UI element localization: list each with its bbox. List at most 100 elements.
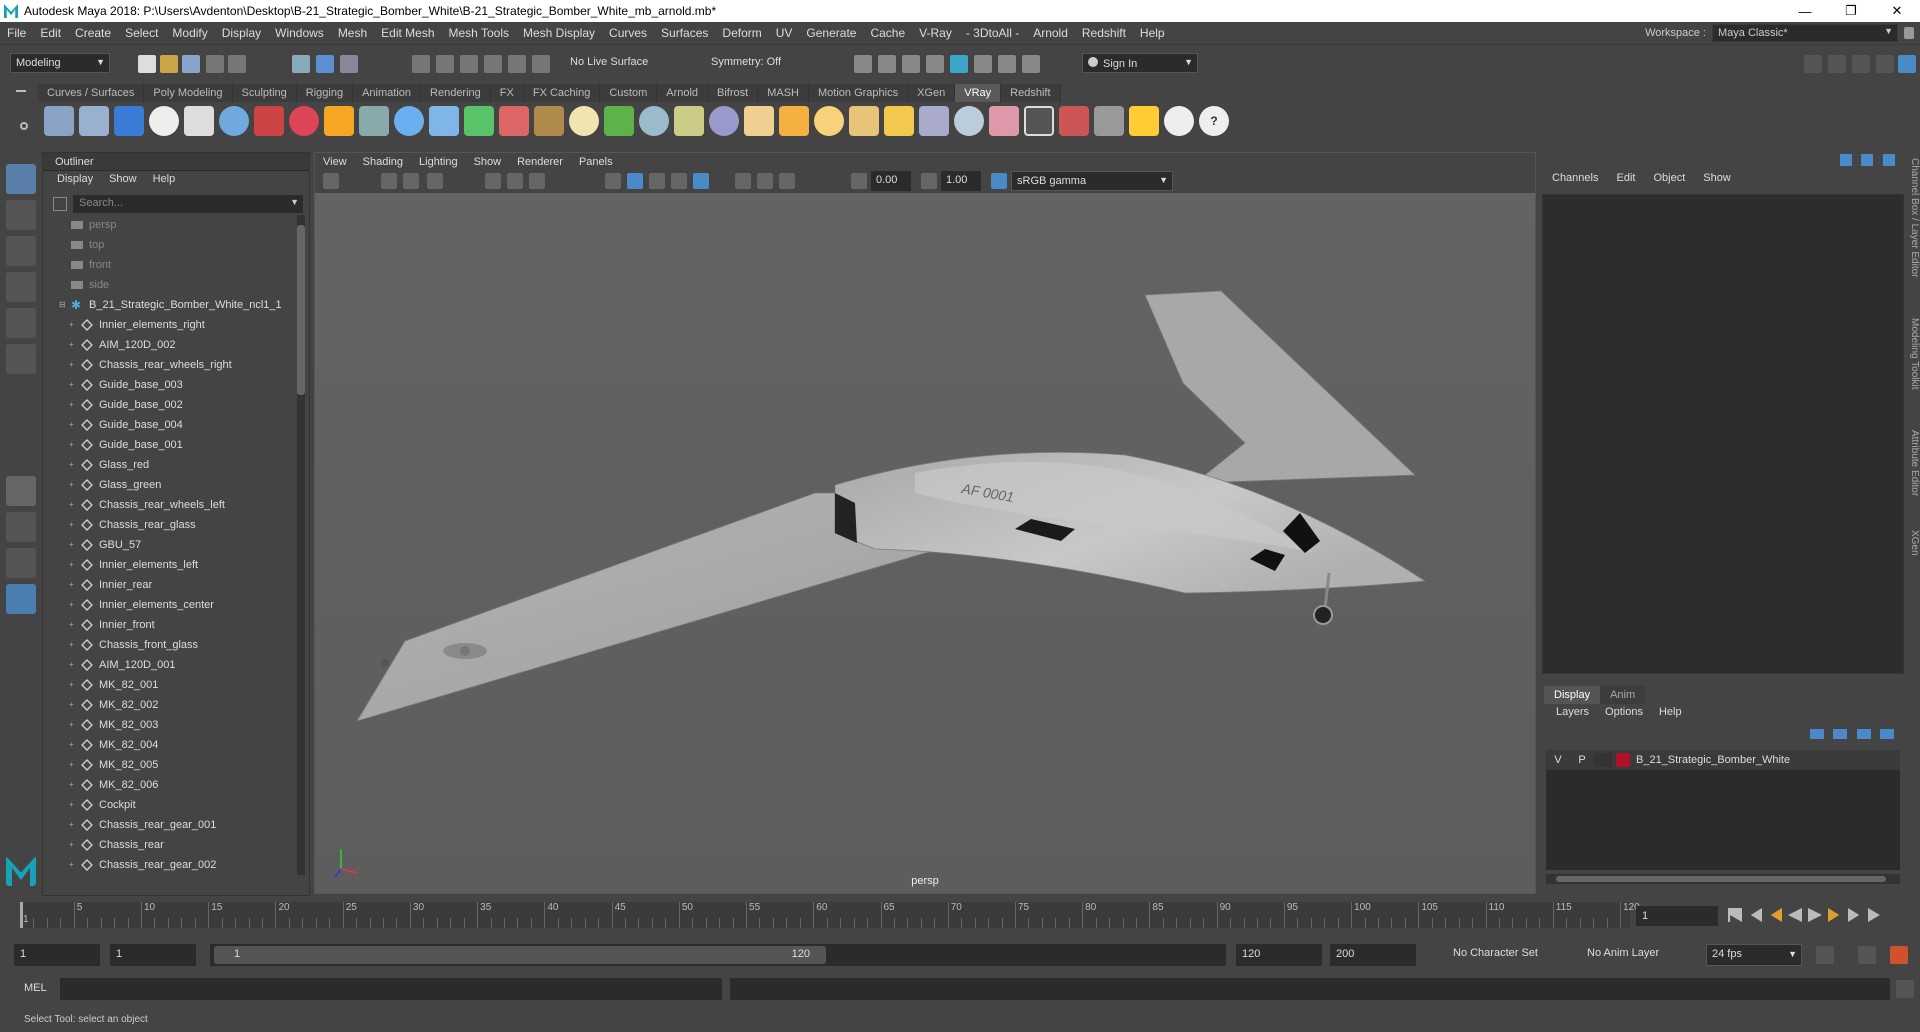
new-empty-layer-icon[interactable] bbox=[1856, 729, 1871, 739]
vray-water-icon[interactable] bbox=[429, 106, 459, 136]
channel-box-toggle-icon[interactable] bbox=[1840, 154, 1852, 166]
vray-curve-icon[interactable] bbox=[674, 106, 704, 136]
open-scene-icon[interactable] bbox=[160, 55, 178, 73]
shelf-tab-poly-modeling[interactable]: Poly Modeling bbox=[144, 84, 233, 102]
vray-spot-light-icon[interactable] bbox=[779, 106, 809, 136]
exposure-field[interactable]: 0.00 bbox=[871, 171, 911, 191]
channel-menu-object[interactable]: Object bbox=[1653, 172, 1685, 192]
ipr-render-icon[interactable] bbox=[902, 55, 920, 73]
character-set-dropdown[interactable]: No Character Set bbox=[1448, 944, 1570, 966]
expand-icon[interactable]: + bbox=[69, 855, 77, 875]
outliner-item[interactable]: + MK_82_003 bbox=[45, 715, 293, 735]
outliner-item[interactable]: + GBU_57 bbox=[45, 535, 293, 555]
menu-file[interactable]: File bbox=[0, 26, 33, 40]
step-back-frame-icon[interactable] bbox=[1770, 908, 1782, 922]
expand-icon[interactable]: + bbox=[69, 435, 77, 455]
expand-icon[interactable]: + bbox=[69, 515, 77, 535]
vray-settings-icon[interactable] bbox=[184, 106, 214, 136]
menu-modify[interactable]: Modify bbox=[165, 26, 214, 40]
outliner-item[interactable]: + Guide_base_004 bbox=[45, 415, 293, 435]
script-editor-icon[interactable] bbox=[1896, 980, 1914, 998]
expand-icon[interactable]: + bbox=[69, 475, 77, 495]
expand-icon[interactable]: + bbox=[69, 835, 77, 855]
shelf-settings-icon[interactable] bbox=[20, 122, 28, 130]
outliner-menu-display[interactable]: Display bbox=[57, 173, 93, 189]
hypershade-icon[interactable] bbox=[950, 55, 968, 73]
vray-help-icon[interactable]: ? bbox=[1199, 106, 1229, 136]
color-management-icon[interactable] bbox=[991, 173, 1007, 189]
render-view-icon[interactable] bbox=[878, 55, 896, 73]
character-controls-icon[interactable] bbox=[1828, 55, 1846, 73]
command-language-label[interactable]: MEL bbox=[24, 982, 47, 994]
new-scene-icon[interactable] bbox=[138, 55, 156, 73]
layer-tab-anim[interactable]: Anim bbox=[1600, 686, 1646, 704]
viewport-menu-panels[interactable]: Panels bbox=[571, 156, 621, 168]
expand-icon[interactable]: + bbox=[69, 735, 77, 755]
vray-texture-icon[interactable] bbox=[534, 106, 564, 136]
symmetry-dropdown[interactable]: Symmetry: Off bbox=[706, 53, 806, 73]
menu-mesh-tools[interactable]: Mesh Tools bbox=[442, 26, 516, 40]
outliner-camera-row[interactable]: persp bbox=[45, 215, 293, 235]
outliner-item[interactable]: + Guide_base_001 bbox=[45, 435, 293, 455]
vray-clipper-icon[interactable] bbox=[639, 106, 669, 136]
rotate-tool-icon[interactable] bbox=[6, 308, 36, 338]
paint-select-tool-icon[interactable] bbox=[6, 236, 36, 266]
shelf-tab-fx[interactable]: FX bbox=[490, 84, 524, 102]
go-to-end-icon[interactable] bbox=[1868, 908, 1880, 922]
attribute-editor-toggle-icon[interactable] bbox=[1852, 55, 1870, 73]
vray-fire-icon[interactable] bbox=[324, 106, 354, 136]
outliner-search-input[interactable]: Search... ▼ bbox=[73, 195, 303, 213]
vray-proxy-icon[interactable] bbox=[499, 106, 529, 136]
outliner-menu-help[interactable]: Help bbox=[153, 173, 176, 189]
menu-3dtoall[interactable]: - 3DtoAll - bbox=[959, 26, 1026, 40]
vray-checker-icon[interactable] bbox=[1024, 106, 1054, 136]
move-layer-down-icon[interactable] bbox=[1833, 729, 1848, 739]
outliner-item[interactable]: + Chassis_rear_wheels_left bbox=[45, 495, 293, 515]
shelf-tab-custom[interactable]: Custom bbox=[600, 84, 658, 102]
render-settings-icon[interactable] bbox=[926, 55, 944, 73]
vray-sphere-light-icon[interactable] bbox=[814, 106, 844, 136]
menu-create[interactable]: Create bbox=[68, 26, 118, 40]
render-setup-icon[interactable] bbox=[974, 55, 992, 73]
smooth-shade-icon[interactable] bbox=[627, 173, 643, 189]
select-camera-icon[interactable] bbox=[323, 173, 339, 189]
bomber-model[interactable]: AF 0001 bbox=[315, 193, 1535, 893]
outliner-item[interactable]: + Innier_elements_right bbox=[45, 315, 293, 335]
outliner-item[interactable]: + Chassis_rear_wheels_right bbox=[45, 355, 293, 375]
menu-arnold[interactable]: Arnold bbox=[1026, 26, 1075, 40]
outliner-item[interactable]: + Glass_green bbox=[45, 475, 293, 495]
step-back-key-icon[interactable] bbox=[1750, 908, 1762, 922]
channel-menu-show[interactable]: Show bbox=[1703, 172, 1731, 192]
viewport-menu-view[interactable]: View bbox=[315, 156, 355, 168]
layer-color-swatch[interactable] bbox=[1616, 753, 1630, 767]
outliner-item[interactable]: + Innier_elements_left bbox=[45, 555, 293, 575]
expand-icon[interactable]: + bbox=[69, 335, 77, 355]
scale-tool-icon[interactable] bbox=[6, 344, 36, 374]
persp-outliner-layout-icon[interactable] bbox=[6, 584, 36, 614]
outliner-item[interactable]: + AIM_120D_002 bbox=[45, 335, 293, 355]
select-tool-icon[interactable] bbox=[6, 164, 36, 194]
four-view-layout-icon[interactable] bbox=[6, 512, 36, 542]
vray-framebuffer-icon[interactable] bbox=[114, 106, 144, 136]
time-ruler[interactable]: 1 5 10 15 20 25 30 35 40 45 50 55 60 65 70 75 80 85 90 95 10… bbox=[20, 902, 1640, 928]
command-input[interactable] bbox=[60, 978, 722, 1000]
lasso-tool-icon[interactable] bbox=[6, 200, 36, 230]
step-forward-key-icon[interactable] bbox=[1848, 908, 1860, 922]
vray-mesh-light-icon[interactable] bbox=[954, 106, 984, 136]
expand-icon[interactable]: + bbox=[69, 355, 77, 375]
outliner-scrollbar[interactable] bbox=[297, 215, 305, 875]
resolution-gate-icon[interactable] bbox=[529, 173, 545, 189]
vray-sphere-icon[interactable] bbox=[394, 106, 424, 136]
range-slider[interactable]: 1 120 bbox=[210, 944, 1226, 966]
camera-attributes-icon[interactable] bbox=[381, 173, 397, 189]
expand-icon[interactable] bbox=[1882, 154, 1895, 166]
play-forward-icon[interactable] bbox=[1808, 908, 1822, 922]
film-gate-icon[interactable] bbox=[507, 173, 523, 189]
scene-start-field[interactable]: 1 bbox=[14, 944, 100, 966]
pause-viewport-icon[interactable] bbox=[1022, 55, 1040, 73]
outliner-item[interactable]: + MK_82_002 bbox=[45, 695, 293, 715]
animation-preferences-icon[interactable] bbox=[1890, 946, 1908, 964]
light-editor-icon[interactable] bbox=[998, 55, 1016, 73]
modeling-toolkit-icon[interactable] bbox=[1804, 55, 1822, 73]
attribute-editor-icon[interactable] bbox=[1861, 154, 1874, 166]
